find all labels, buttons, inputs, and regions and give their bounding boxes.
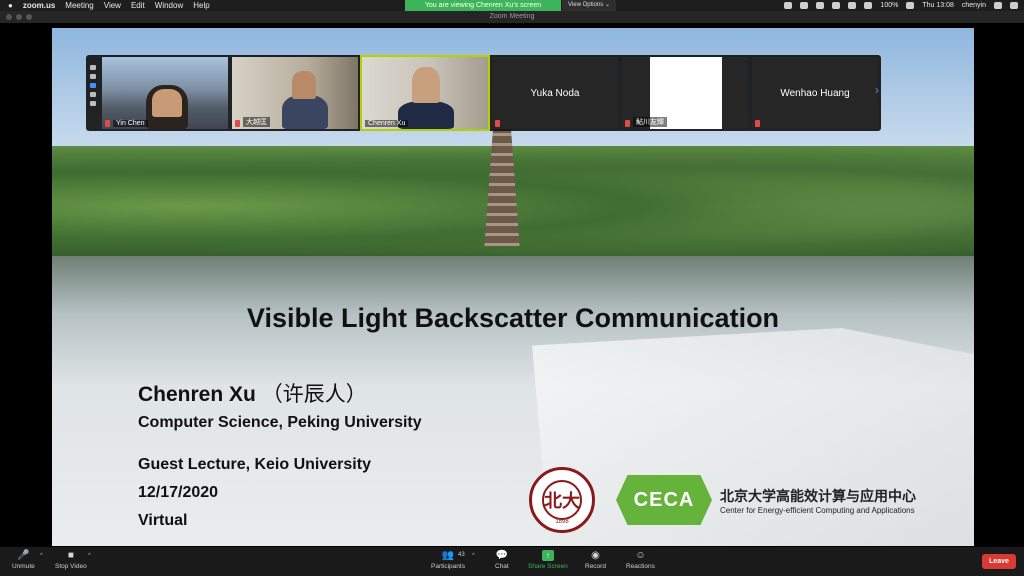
apple-icon[interactable]: ●	[8, 0, 13, 11]
chat-bubble-icon: 💬	[495, 550, 509, 561]
next-page-chevron-icon[interactable]: ›	[875, 83, 879, 97]
unmute-button[interactable]: 🎤 Unmute	[12, 550, 35, 570]
event-date: 12/17/2020	[138, 484, 219, 501]
event-mode: Virtual	[138, 512, 188, 529]
menu-edit[interactable]: Edit	[131, 0, 145, 11]
participants-label: Participants	[431, 563, 465, 570]
pku-logo-mark: 北大	[542, 480, 582, 520]
close-window-icon[interactable]	[6, 14, 12, 20]
clock[interactable]: Thu 13:08	[922, 2, 954, 9]
participant-video	[282, 95, 328, 129]
gallery-strip-icon[interactable]	[90, 83, 96, 88]
record-button[interactable]: ◉ Record	[585, 550, 606, 570]
muted-mic-icon	[105, 120, 110, 127]
slide-title: Visible Light Backscatter Communication	[246, 303, 780, 333]
menu-help[interactable]: Help	[193, 0, 209, 11]
battery-icon[interactable]	[906, 2, 915, 9]
thumbnail-view-icon[interactable]	[90, 101, 96, 106]
zoom-window-icon[interactable]	[26, 14, 32, 20]
bluetooth-icon[interactable]	[864, 2, 873, 9]
presenter-name: Chenren Xu （许辰人）	[138, 378, 367, 408]
participant-tile[interactable]: Yuka Noda	[492, 57, 618, 129]
reactions-label: Reactions	[626, 563, 655, 570]
participant-face	[152, 89, 182, 117]
microphone-muted-icon: 🎤	[17, 550, 30, 561]
gallery-view-controls	[90, 65, 98, 106]
tray-icon[interactable]	[832, 2, 841, 9]
participant-tile[interactable]: Yin Chen	[102, 57, 228, 129]
participant-name: Yin Chen	[113, 120, 148, 127]
muted-mic-icon	[235, 120, 240, 127]
participant-tile[interactable]: Wenhao Huang	[752, 57, 878, 129]
video-camera-icon: ■	[67, 550, 74, 561]
control-center-icon[interactable]	[994, 2, 1002, 9]
presenter-name-en: Chenren Xu	[138, 383, 256, 406]
unmute-label: Unmute	[12, 563, 35, 570]
video-options-caret-icon[interactable]: ^	[88, 553, 91, 559]
record-icon: ◉	[591, 550, 600, 561]
participant-gallery[interactable]: Yin Chen 大越匡 Chenren Xu Yuka Noda 鮎川友輝 W…	[86, 55, 881, 131]
participant-name: 大越匡	[243, 117, 270, 127]
ceca-name-en: Center for Energy-efficient Computing an…	[720, 506, 915, 515]
ceca-name-cn: 北京大学高能效计算与应用中心	[720, 489, 916, 505]
participant-tile[interactable]: 大越匡	[232, 57, 358, 129]
viewing-banner: You are viewing Chenren Xu's screen	[405, 0, 561, 11]
grid-view-icon[interactable]	[90, 92, 96, 97]
participant-name: Yuka Noda	[530, 87, 580, 99]
participants-options-caret-icon[interactable]: ^	[472, 553, 475, 559]
record-label: Record	[585, 563, 606, 570]
affiliation: Computer Science, Peking University	[138, 414, 422, 431]
menu-list-icon[interactable]	[1010, 2, 1018, 9]
participant-name: 鮎川友輝	[633, 117, 667, 127]
participant-count: 43	[458, 552, 465, 558]
tray-icon[interactable]	[816, 2, 825, 9]
share-screen-label: Share Screen	[528, 563, 568, 570]
participant-face	[292, 71, 316, 99]
leave-button[interactable]: Leave	[982, 554, 1016, 569]
muted-mic-icon	[495, 120, 500, 127]
window-controls	[6, 14, 32, 20]
reactions-button[interactable]: ☺ Reactions	[626, 550, 655, 570]
user-menu[interactable]: chenyin	[962, 2, 986, 9]
meeting-toolbar: 🎤 Unmute ^ ■ Stop Video ^ 👥 Participants…	[0, 547, 1024, 576]
share-screen-arrow-icon: ↑	[541, 550, 554, 561]
menu-view[interactable]: View	[104, 0, 121, 11]
app-menu[interactable]: zoom.us	[23, 0, 55, 11]
participant-name: Chenren Xu	[365, 120, 409, 127]
muted-mic-icon	[625, 120, 630, 127]
chat-label: Chat	[495, 563, 509, 570]
share-screen-button[interactable]: ↑ Share Screen	[528, 550, 568, 570]
pku-logo-year: 1898	[555, 519, 569, 525]
tray-icon[interactable]	[800, 2, 809, 9]
audio-options-caret-icon[interactable]: ^	[40, 553, 43, 559]
stop-video-button[interactable]: ■ Stop Video	[55, 550, 87, 570]
participant-tile-active-speaker[interactable]: Chenren Xu	[360, 55, 490, 131]
menu-window[interactable]: Window	[155, 0, 183, 11]
smiley-icon: ☺	[635, 550, 646, 561]
chat-button[interactable]: 💬 Chat	[495, 550, 509, 570]
battery-percent[interactable]: 100%	[880, 2, 898, 9]
strip-view-icon[interactable]	[90, 74, 96, 79]
minimize-window-icon[interactable]	[16, 14, 22, 20]
participant-tile[interactable]: 鮎川友輝	[622, 57, 748, 129]
hide-video-panel-icon[interactable]	[90, 65, 96, 70]
stop-video-label: Stop Video	[55, 563, 87, 570]
wifi-icon[interactable]	[848, 2, 857, 9]
participants-icon: 👥	[441, 550, 455, 561]
presenter-name-cn: （许辰人）	[261, 382, 367, 406]
tray-icon[interactable]	[784, 2, 793, 9]
participant-face	[412, 67, 440, 103]
view-options-button[interactable]: View Options ⌄	[562, 0, 616, 11]
event-name: Guest Lecture, Keio University	[138, 456, 371, 473]
menu-meeting[interactable]: Meeting	[65, 0, 93, 11]
ceca-logo: CECA	[616, 475, 712, 525]
muted-mic-icon	[755, 120, 760, 127]
participant-name: Wenhao Huang	[780, 87, 850, 99]
window-title: Zoom Meeting	[0, 11, 1024, 23]
pku-logo: 北大 1898	[529, 467, 595, 533]
